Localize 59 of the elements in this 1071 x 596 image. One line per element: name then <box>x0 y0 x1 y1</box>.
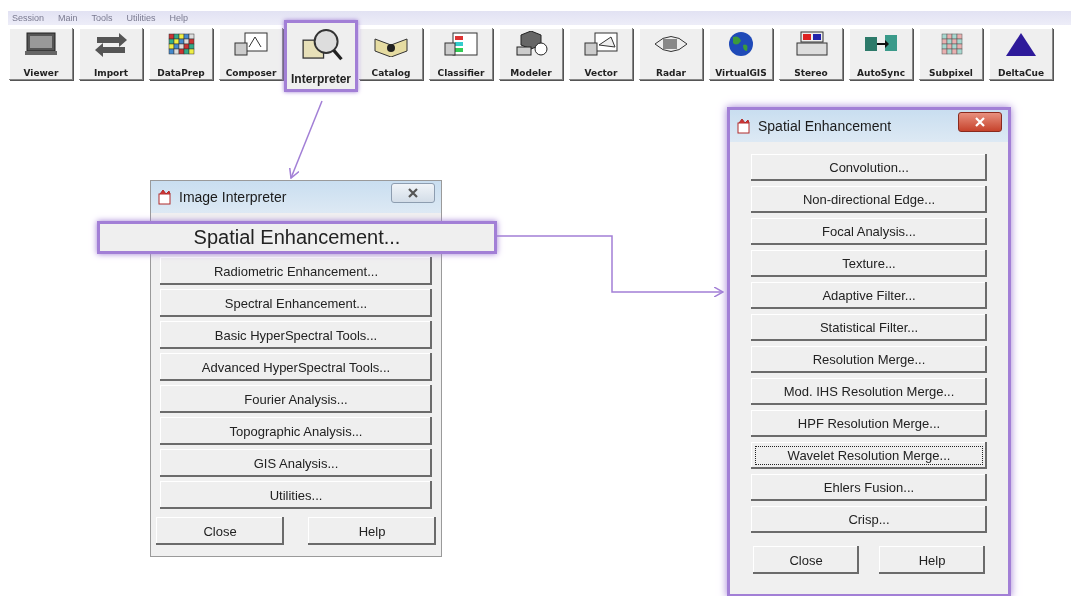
menu-button[interactable]: Texture... <box>751 250 987 277</box>
window-title: Spatial Enhancement <box>758 118 893 134</box>
menu-button[interactable]: GIS Analysis... <box>160 449 432 477</box>
close-button[interactable] <box>391 183 435 203</box>
menu-button[interactable]: Radiometric Enhancement... <box>160 257 432 285</box>
menu-button[interactable]: Ehlers Fusion... <box>751 474 987 501</box>
toolbar-button[interactable]: Modeler <box>499 28 563 80</box>
toolbar-button[interactable]: Catalog <box>359 28 423 80</box>
toolbar-button[interactable]: Import <box>79 28 143 80</box>
menu-button[interactable]: Topographic Analysis... <box>160 417 432 445</box>
stereo-icon <box>793 31 829 57</box>
menu-button[interactable]: Mod. IHS Resolution Merge... <box>751 378 987 405</box>
toolbar-button[interactable]: DeltaCue <box>989 28 1053 80</box>
close-icon <box>975 117 985 127</box>
menu-item[interactable]: Session <box>12 13 45 23</box>
toolbar-button[interactable]: Radar <box>639 28 703 80</box>
window-title: Image Interpreter <box>179 189 288 205</box>
menu-button[interactable]: Non-directional Edge... <box>751 186 987 213</box>
toolbar-button[interactable]: Viewer <box>9 28 73 80</box>
triangle-icon <box>1003 31 1039 57</box>
toolbar-button[interactable]: Subpixel <box>919 28 983 80</box>
close-button[interactable] <box>958 112 1002 132</box>
menu-button[interactable]: Convolution... <box>751 154 987 181</box>
menu-button[interactable]: Statistical Filter... <box>751 314 987 341</box>
toolbar-button[interactable]: Composer <box>219 28 283 80</box>
help-button[interactable]: Help <box>879 546 985 574</box>
toolbar-button[interactable]: Interpreter <box>284 20 358 92</box>
menu-item[interactable]: Tools <box>91 13 113 23</box>
menu-button[interactable]: HPF Resolution Merge... <box>751 410 987 437</box>
monitor-icon <box>23 31 59 57</box>
arrows-icon <box>93 31 129 57</box>
close-icon <box>408 188 418 198</box>
menu-button[interactable]: Spectral Enhancement... <box>160 289 432 317</box>
help-button[interactable]: Help <box>308 517 436 545</box>
menu-button[interactable]: Utilities... <box>160 481 432 509</box>
menu-button[interactable]: Fourier Analysis... <box>160 385 432 413</box>
legend-icon <box>443 31 479 57</box>
menu-button[interactable]: Crisp... <box>751 506 987 533</box>
menu-button[interactable]: Wavelet Resolution Merge... <box>751 442 987 469</box>
app-icon <box>736 118 752 134</box>
menu-button[interactable]: Advanced HyperSpectral Tools... <box>160 353 432 381</box>
polygon-icon <box>583 31 619 57</box>
menu-item[interactable]: Utilities <box>126 13 156 23</box>
menu-button[interactable]: Resolution Merge... <box>751 346 987 373</box>
toolbar-button[interactable]: DataPrep <box>149 28 213 80</box>
toolbar-button[interactable]: AutoSync <box>849 28 913 80</box>
menu-item[interactable]: Help <box>169 13 189 23</box>
toolbar-button[interactable]: Stereo <box>779 28 843 80</box>
close-button[interactable]: Close <box>156 517 284 545</box>
app-icon <box>157 189 173 205</box>
menu-button[interactable]: Focal Analysis... <box>751 218 987 245</box>
toolbar-button[interactable]: VirtualGIS <box>709 28 773 80</box>
menu-button[interactable]: Spatial Enhancement... <box>97 221 497 254</box>
toolbar-button[interactable]: Classifier <box>429 28 493 80</box>
menu-item[interactable]: Main <box>58 13 78 23</box>
menu-button[interactable]: Basic HyperSpectral Tools... <box>160 321 432 349</box>
toolbar-button[interactable]: Vector <box>569 28 633 80</box>
menu-button[interactable]: Adaptive Filter... <box>751 282 987 309</box>
close-button[interactable]: Close <box>753 546 859 574</box>
